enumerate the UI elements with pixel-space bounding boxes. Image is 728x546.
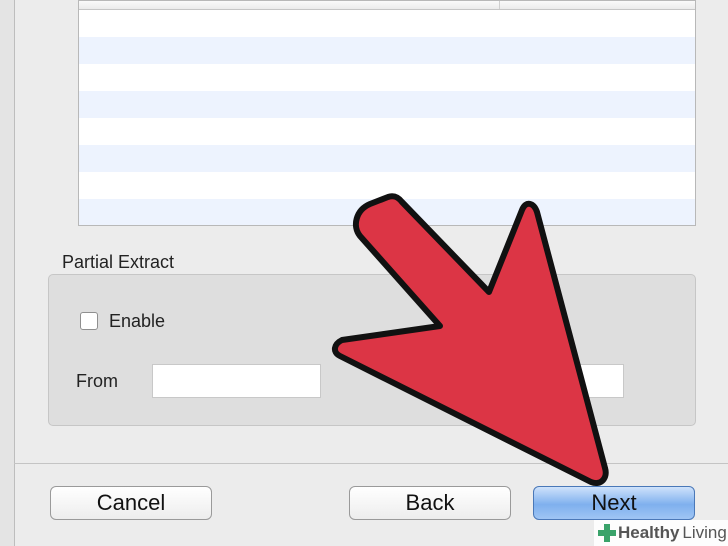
list-row[interactable]: [79, 145, 695, 172]
enable-label[interactable]: Enable: [109, 311, 165, 332]
list-row[interactable]: [79, 10, 695, 37]
partial-extract-group: [48, 274, 696, 426]
next-button[interactable]: Next: [533, 486, 695, 520]
enable-checkbox[interactable]: [80, 312, 98, 330]
list-row[interactable]: [79, 37, 695, 64]
from-label: From: [76, 371, 118, 391]
back-button[interactable]: Back: [349, 486, 511, 520]
window-left-edge: [0, 0, 14, 546]
from-field[interactable]: [152, 364, 321, 398]
cancel-button[interactable]: Cancel: [50, 486, 212, 520]
list-row[interactable]: [79, 118, 695, 145]
list-row[interactable]: [79, 64, 695, 91]
healthy-living-watermark: Healthy Living: [594, 520, 728, 546]
column-separator[interactable]: [499, 1, 500, 9]
file-list-table[interactable]: [78, 0, 696, 226]
list-row[interactable]: [79, 199, 695, 225]
list-row[interactable]: [79, 172, 695, 199]
partial-extract-label: Partial Extract: [62, 252, 175, 272]
list-header[interactable]: [79, 1, 695, 10]
cross-logo-icon: [598, 524, 616, 542]
watermark-text-healthy: Healthy: [618, 523, 680, 542]
list-row[interactable]: [79, 91, 695, 118]
to-field[interactable]: [566, 364, 624, 398]
footer-divider: [14, 463, 728, 464]
watermark-text-living: Living: [682, 523, 727, 542]
